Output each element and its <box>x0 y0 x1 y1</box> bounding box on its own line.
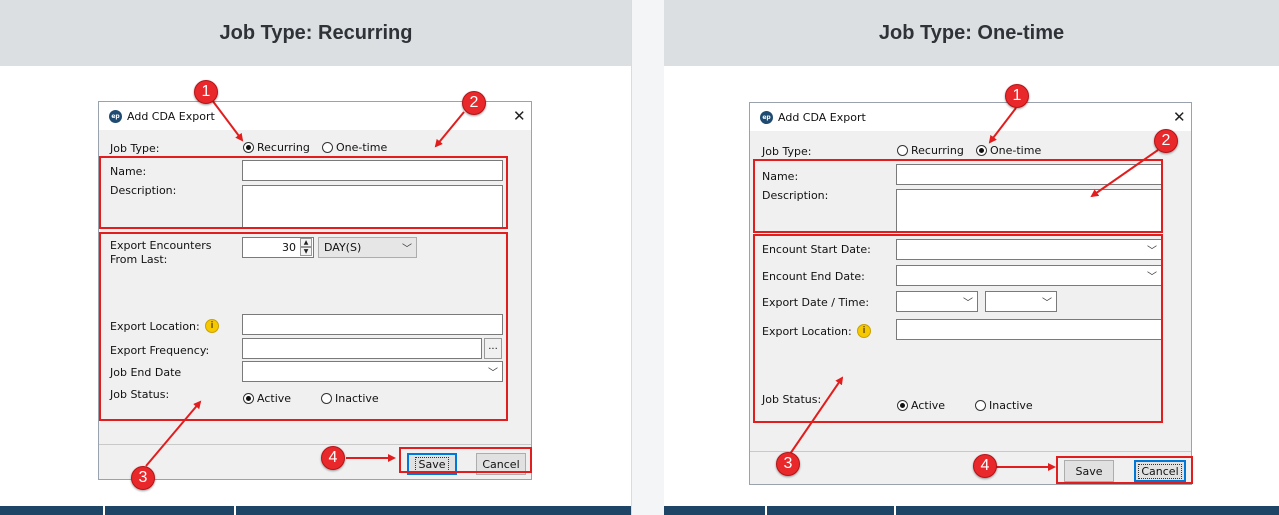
callout-1: 1 <box>1005 84 1029 108</box>
dialog-divider <box>99 444 531 445</box>
close-icon[interactable]: ✕ <box>1173 108 1186 126</box>
panel-footer-bar <box>0 506 632 515</box>
dialog-title: Add CDA Export <box>127 110 215 123</box>
footer-divider <box>765 506 767 515</box>
footer-divider <box>234 506 236 515</box>
callout-2: 2 <box>462 91 486 115</box>
radio-recurring[interactable]: Recurring <box>243 141 310 154</box>
callout-4: 4 <box>973 454 997 478</box>
radio-onetime-label: One-time <box>336 141 388 154</box>
callout-3: 3 <box>776 452 800 476</box>
radio-onetime-label: One-time <box>990 144 1042 157</box>
radio-recurring-label: Recurring <box>911 144 964 157</box>
panel-header-recurring: Job Type: Recurring <box>0 0 632 66</box>
footer-divider <box>103 506 105 515</box>
panel-header-onetime: Job Type: One-time <box>664 0 1279 66</box>
job-type-label: Job Type: <box>110 142 160 155</box>
dialog-divider <box>750 451 1191 452</box>
radio-onetime[interactable]: One-time <box>976 144 1041 157</box>
highlight-box-name-description <box>753 159 1163 233</box>
panel-gap <box>632 0 664 515</box>
radio-onetime[interactable]: One-time <box>322 141 387 154</box>
highlight-box-name-description <box>99 156 508 229</box>
radio-dot <box>243 142 254 153</box>
callout-1: 1 <box>194 80 218 104</box>
job-type-label: Job Type: <box>762 145 812 158</box>
radio-dot <box>322 142 333 153</box>
highlight-box-buttons <box>1056 456 1193 484</box>
highlight-box-job-settings <box>99 232 508 421</box>
app-logo-icon: ep <box>109 110 122 123</box>
radio-dot <box>976 145 987 156</box>
callout-2: 2 <box>1154 129 1178 153</box>
dialog-titlebar: ep Add CDA Export ✕ <box>750 103 1191 131</box>
callout-4: 4 <box>321 446 345 470</box>
highlight-box-job-settings <box>753 234 1163 423</box>
close-icon[interactable]: ✕ <box>513 107 526 125</box>
radio-recurring-label: Recurring <box>257 141 310 154</box>
footer-divider <box>894 506 896 515</box>
radio-dot <box>897 145 908 156</box>
app-logo-icon: ep <box>760 111 773 124</box>
dialog-title: Add CDA Export <box>778 111 866 124</box>
panel-edge <box>631 0 632 515</box>
highlight-box-buttons <box>399 447 532 473</box>
panel-footer-bar <box>664 506 1279 515</box>
callout-3: 3 <box>131 466 155 490</box>
radio-recurring[interactable]: Recurring <box>897 144 964 157</box>
